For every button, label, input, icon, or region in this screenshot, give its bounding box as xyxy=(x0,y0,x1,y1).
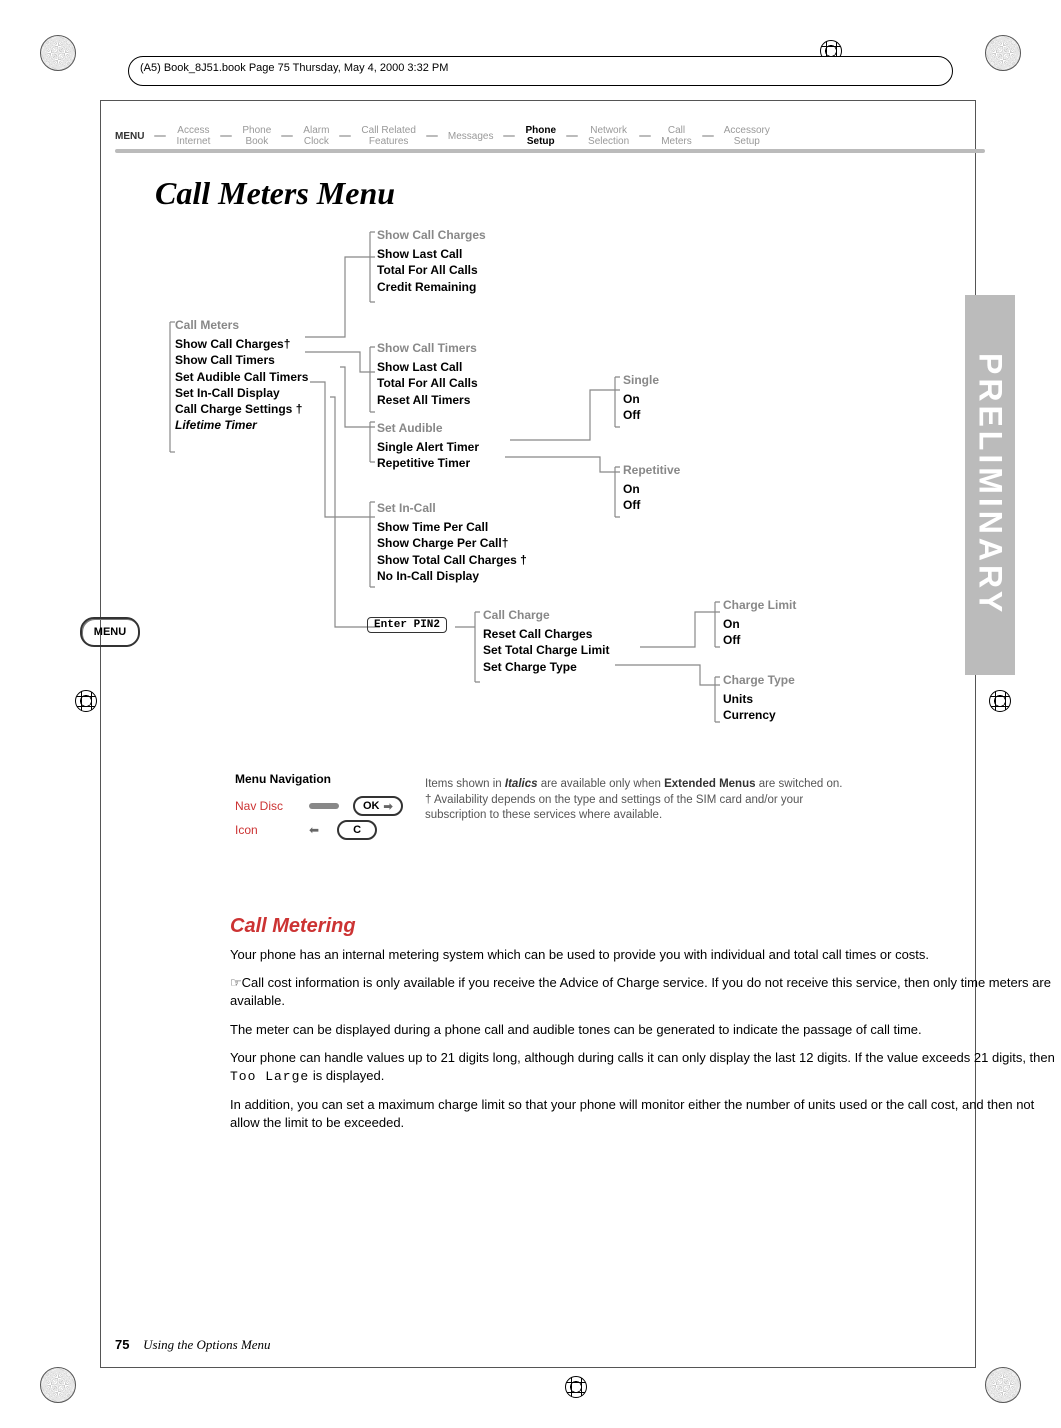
group-call-meters: Call Meters Show Call Charges† Show Call… xyxy=(175,317,308,433)
item-single-on: On xyxy=(623,391,659,407)
tree-connectors xyxy=(115,222,985,842)
nav-item-network-selection: NetworkSelection xyxy=(588,125,629,147)
crop-radial-tr xyxy=(985,35,1021,71)
item-total-for-all-calls: Total For All Calls xyxy=(377,262,486,278)
label-nav-disc: Nav Disc xyxy=(235,799,295,813)
item-reset-call-charges: Reset Call Charges xyxy=(483,626,609,642)
footer-caption: Using the Options Menu xyxy=(143,1337,270,1352)
group-single: Single On Off xyxy=(623,372,659,424)
item-single-alert-timer: Single Alert Timer xyxy=(377,439,479,455)
group-show-call-charges: Show Call Charges Show Last Call Total F… xyxy=(377,227,486,295)
menu-navigation: Menu Navigation Nav Disc OK Icon C xyxy=(235,772,403,844)
item-charge-type-currency: Currency xyxy=(723,707,795,723)
registration-mark-right xyxy=(989,690,1011,712)
item-show-last-call-timer: Show Last Call xyxy=(377,359,478,375)
item-call-charge-settings: Call Charge Settings † xyxy=(175,401,308,417)
ok-button[interactable]: OK xyxy=(353,796,403,816)
para-4: Your phone can handle values up to 21 di… xyxy=(230,1049,1060,1086)
para-1: Your phone has an internal metering syst… xyxy=(230,946,1060,964)
para-5: In addition, you can set a maximum charg… xyxy=(230,1096,1060,1132)
nav-item-alarm-clock: AlarmClock xyxy=(303,125,329,147)
nav-item-access-internet: AccessInternet xyxy=(176,125,210,147)
item-show-last-call: Show Last Call xyxy=(377,246,486,262)
arrow-left-icon xyxy=(309,823,323,837)
menu-oval-button[interactable]: MENU xyxy=(80,617,140,647)
item-charge-limit-on: On xyxy=(723,616,796,632)
nav-item-accessory-setup: AccessorySetup xyxy=(724,125,770,147)
item-reset-all-timers: Reset All Timers xyxy=(377,392,478,408)
group-repetitive: Repetitive On Off xyxy=(623,462,680,514)
para-2: ☞Call cost information is only available… xyxy=(230,974,1060,1010)
item-lifetime-timer: Lifetime Timer xyxy=(175,417,308,433)
bar-icon xyxy=(309,803,339,809)
item-set-total-charge-limit: Set Total Charge Limit xyxy=(483,642,609,658)
item-credit-remaining: Credit Remaining xyxy=(377,279,486,295)
item-show-total-call-charges: Show Total Call Charges † xyxy=(377,552,527,568)
item-charge-limit-off: Off xyxy=(723,632,796,648)
note-availability: † Availability depends on the type and s… xyxy=(425,793,845,824)
item-set-charge-type: Set Charge Type xyxy=(483,659,609,675)
nav-item-call-meters: CallMeters xyxy=(661,125,692,147)
menu-navigation-header: Menu Navigation xyxy=(235,772,403,786)
item-no-in-call-display: No In-Call Display xyxy=(377,568,527,584)
nav-item-phone-book: PhoneBook xyxy=(242,125,271,147)
registration-mark-left xyxy=(75,690,97,712)
item-set-in-call-display: Set In-Call Display xyxy=(175,385,308,401)
registration-mark-bottom xyxy=(565,1376,587,1398)
section-heading-call-metering: Call Metering xyxy=(230,915,1060,938)
item-total-for-all-calls-timer: Total For All Calls xyxy=(377,375,478,391)
crop-radial-tl xyxy=(40,35,76,71)
page-title: Call Meters Menu xyxy=(155,175,985,212)
item-repetitive-timer: Repetitive Timer xyxy=(377,455,479,471)
item-show-call-timers: Show Call Timers xyxy=(175,352,308,368)
page-number: 75 xyxy=(115,1337,129,1352)
item-charge-type-units: Units xyxy=(723,691,795,707)
nav-underline xyxy=(115,149,985,153)
group-set-audible: Set Audible Single Alert Timer Repetitiv… xyxy=(377,420,479,472)
group-show-call-timers: Show Call Timers Show Last Call Total Fo… xyxy=(377,340,478,408)
crop-radial-bl xyxy=(40,1367,76,1403)
notes-italics-availability: Items shown in Italics are available onl… xyxy=(425,777,845,824)
group-charge-limit: Charge Limit On Off xyxy=(723,597,796,649)
nav-dash xyxy=(154,135,166,137)
page-footer: 75 Using the Options Menu xyxy=(115,1337,271,1353)
nav-menu-label: MENU xyxy=(115,131,144,142)
item-show-time-per-call: Show Time Per Call xyxy=(377,519,527,535)
item-show-call-charges: Show Call Charges† xyxy=(175,336,308,352)
group-charge-type: Charge Type Units Currency xyxy=(723,672,795,724)
nav-item-phone-setup: PhoneSetup xyxy=(525,125,556,147)
para-3: The meter can be displayed during a phon… xyxy=(230,1021,1060,1039)
crop-radial-br xyxy=(985,1367,1021,1403)
item-repetitive-on: On xyxy=(623,481,680,497)
nav-item-call-related: Call RelatedFeatures xyxy=(361,125,415,147)
enter-pin2-box: Enter PIN2 xyxy=(367,617,447,633)
item-repetitive-off: Off xyxy=(623,497,680,513)
group-set-in-call: Set In-Call Show Time Per Call Show Char… xyxy=(377,500,527,584)
top-nav-bar: MENU AccessInternet PhoneBook AlarmClock… xyxy=(115,125,985,147)
menu-tree-diagram: Call Meters Show Call Charges† Show Call… xyxy=(115,222,985,842)
side-tab-preliminary: PRELIMINARY xyxy=(965,295,1015,675)
c-button[interactable]: C xyxy=(337,820,377,840)
nav-item-messages: Messages xyxy=(448,131,494,142)
item-single-off: Off xyxy=(623,407,659,423)
item-show-charge-per-call: Show Charge Per Call† xyxy=(377,535,527,551)
item-set-audible-call-timers: Set Audible Call Timers xyxy=(175,369,308,385)
label-icon: Icon xyxy=(235,823,295,837)
file-info: (A5) Book_8J51.book Page 75 Thursday, Ma… xyxy=(140,62,448,74)
group-call-charge: Call Charge Reset Call Charges Set Total… xyxy=(483,607,609,675)
